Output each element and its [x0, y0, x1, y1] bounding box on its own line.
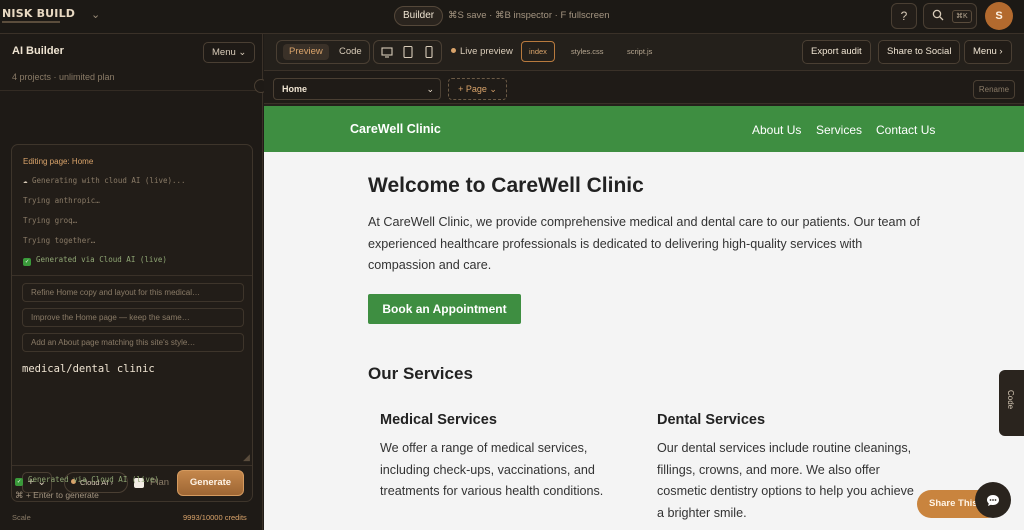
ai-builder-sidebar: AI Builder Menu ⌄ 4 projects · unlimited…	[0, 34, 268, 530]
chevron-down-icon[interactable]: ⌄	[91, 8, 100, 21]
nav-link-about[interactable]: About Us	[752, 123, 801, 137]
page-select[interactable]: Home ⌄	[273, 78, 441, 100]
log-line: Trying groq…	[23, 216, 78, 225]
help-button[interactable]: ?	[891, 3, 917, 29]
nav-link-services[interactable]: Services	[816, 123, 862, 137]
share-to-social-button[interactable]: Share to Social	[878, 40, 961, 64]
tab-code[interactable]: Code	[333, 44, 368, 60]
site-navbar: CareWell Clinic About Us Services Contac…	[264, 106, 1024, 152]
file-tab-script[interactable]: script.js	[619, 41, 660, 62]
suggestion-chip[interactable]: Improve the Home page — keep the same…	[22, 308, 244, 327]
site-preview: CareWell Clinic About Us Services Contac…	[264, 106, 1024, 530]
tablet-icon[interactable]	[403, 45, 413, 61]
generate-button[interactable]: Generate	[177, 470, 244, 496]
services-heading: Our Services	[368, 364, 473, 383]
app-logo[interactable]: NISK BUILD	[2, 7, 75, 20]
live-dot	[451, 48, 456, 53]
suggestion-chip[interactable]: Add an About page matching this site's s…	[22, 333, 244, 352]
rename-button[interactable]: Rename	[973, 80, 1015, 99]
credits-counter: 9993/10000 credits	[183, 513, 247, 522]
file-tab-styles[interactable]: styles.css	[563, 41, 612, 62]
divider	[12, 275, 252, 276]
editor-menu-button[interactable]: Menu ›	[964, 40, 1012, 64]
service-title: Medical Services	[380, 412, 497, 428]
prompt-input[interactable]: medical/dental clinic	[22, 363, 155, 375]
sidebar-menu-label: Menu	[212, 47, 236, 58]
chevron-down-icon: ⌄	[489, 84, 497, 94]
sidebar-menu-button[interactable]: Menu ⌄	[203, 42, 256, 63]
desktop-icon[interactable]	[381, 46, 393, 61]
code-drawer-tab[interactable]: Code	[999, 370, 1024, 436]
device-toggle	[373, 40, 442, 64]
log-line-success: ✓ Generated via Cloud AI (live)	[23, 255, 167, 266]
divider	[12, 465, 252, 466]
hero-paragraph: At CareWell Clinic, we provide comprehen…	[368, 215, 921, 272]
view-toggle: Preview Code	[276, 40, 370, 64]
suggestion-chip[interactable]: Refine Home copy and layout for this med…	[22, 283, 244, 302]
service-description: We offer a range of medical services, in…	[380, 441, 604, 498]
tab-preview[interactable]: Preview	[283, 44, 329, 60]
file-tab-index[interactable]: index	[521, 41, 555, 62]
mobile-icon[interactable]	[425, 45, 433, 61]
scale-label: Scale	[12, 513, 31, 522]
hero-heading: Welcome to CareWell Clinic	[368, 174, 644, 197]
service-title: Dental Services	[657, 412, 766, 428]
divider	[0, 90, 262, 91]
search-icon	[932, 9, 944, 24]
log-line: Trying together…	[23, 236, 96, 245]
service-description: Our dental services include routine clea…	[657, 441, 914, 520]
check-icon: ✓	[23, 258, 31, 266]
projects-summary: 4 projects · unlimited plan	[12, 72, 115, 82]
log-line: Trying anthropic…	[23, 196, 100, 205]
sidebar-title: AI Builder	[12, 45, 64, 57]
page-toolbar: Home ⌄ + Page ⌄ Rename	[264, 70, 1024, 104]
log-line: ☁ Generating with cloud AI (live)...	[23, 176, 186, 185]
editing-page-label: Editing page: Home	[23, 157, 94, 166]
export-audit-button[interactable]: Export audit	[802, 40, 871, 64]
generation-status: ✓ Generated via Cloud AI (live)	[15, 475, 159, 486]
check-icon: ✓	[15, 478, 23, 486]
search-shortcut-badge: ⌘K	[952, 10, 972, 23]
logo-tagline-bar	[2, 21, 60, 23]
chat-bubble-icon[interactable]	[975, 482, 1011, 518]
resize-handle-icon[interactable]: ◢	[243, 452, 250, 463]
chevron-down-icon: ⌄	[238, 47, 247, 58]
live-preview-indicator: Live preview	[451, 46, 513, 57]
site-brand[interactable]: CareWell Clinic	[350, 122, 441, 136]
nav-link-contact[interactable]: Contact Us	[876, 123, 935, 137]
avatar[interactable]: S	[985, 2, 1013, 30]
editor-area: Preview Code Live preview index styles.c…	[264, 34, 1024, 530]
generation-panel: Editing page: Home ☁ Generating with clo…	[11, 144, 253, 502]
book-appointment-button[interactable]: Book an Appointment	[368, 294, 521, 324]
shortcut-hints: ⌘S save · ⌘B inspector · F fullscreen	[448, 10, 610, 21]
chevron-down-icon: ⌄	[426, 84, 434, 94]
top-bar: NISK BUILD ⌄ Builder ⌘S save · ⌘B inspec…	[0, 0, 1024, 34]
cloud-icon: ☁	[23, 176, 33, 185]
generate-hint: ⌘ + Enter to generate	[15, 490, 99, 500]
search-button[interactable]: ⌘K	[923, 3, 977, 29]
add-page-button[interactable]: + Page ⌄	[448, 78, 507, 100]
chevron-right-icon: ›	[999, 46, 1003, 57]
builder-mode-pill[interactable]: Builder	[394, 6, 444, 26]
